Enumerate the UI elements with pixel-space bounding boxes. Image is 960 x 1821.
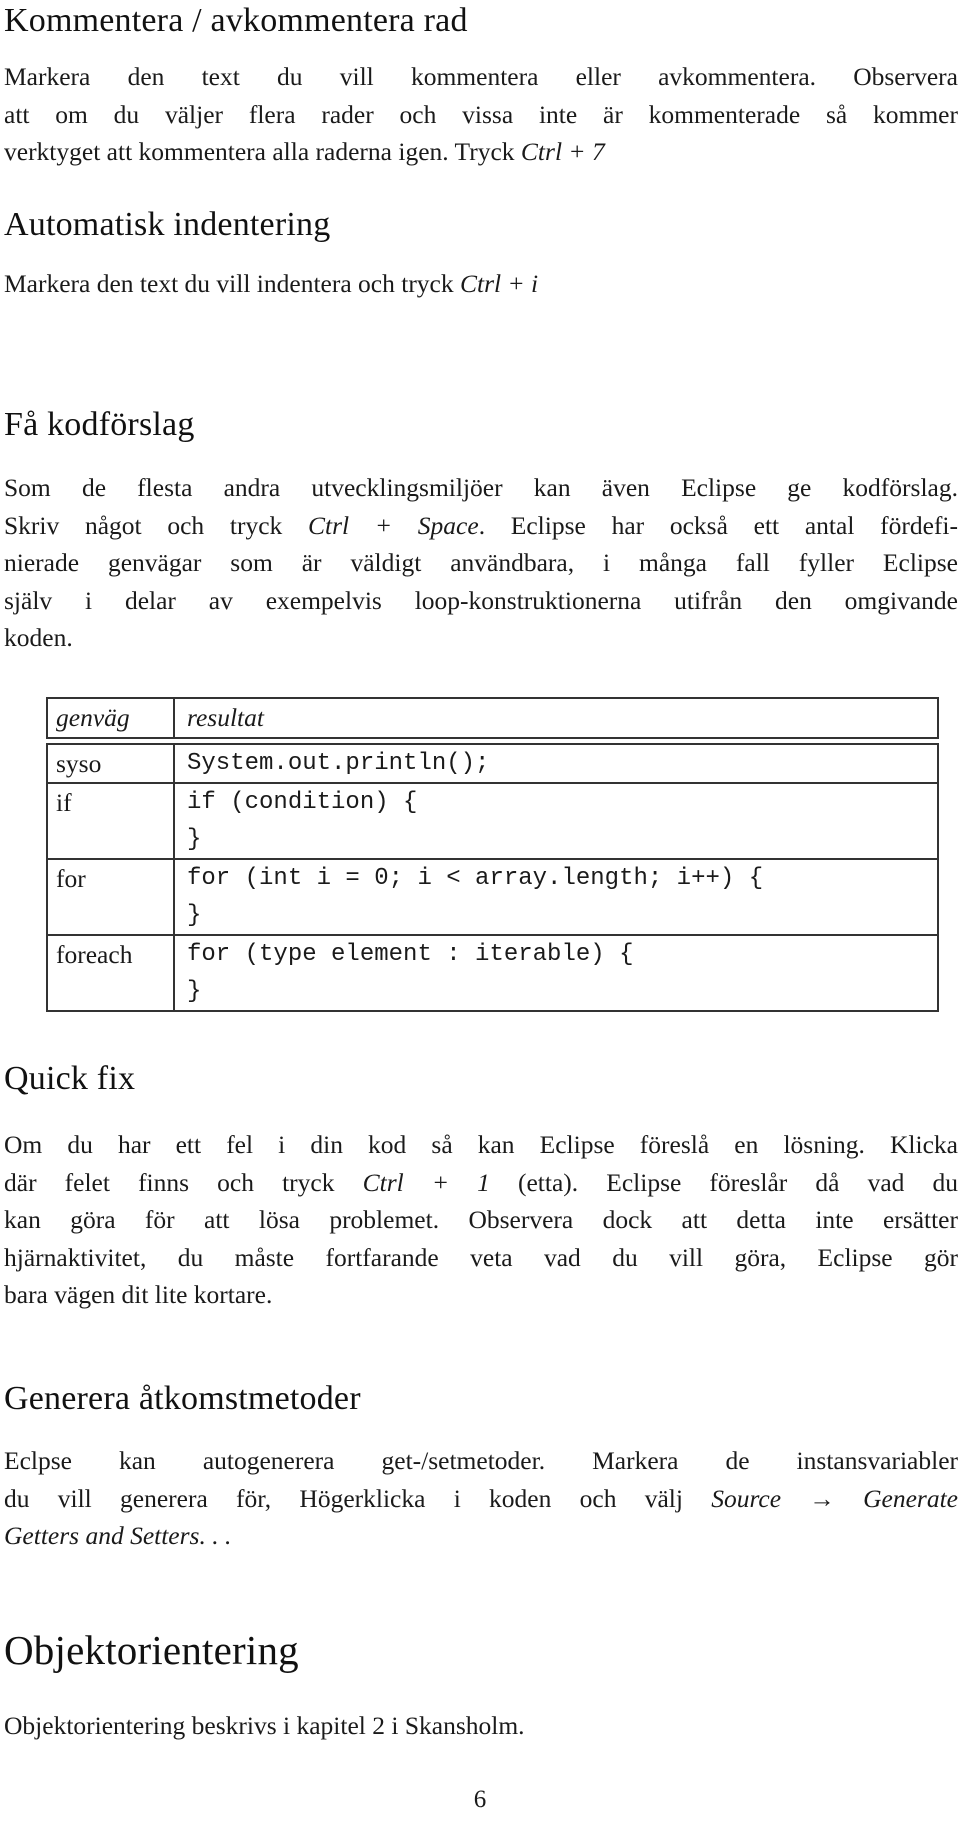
shortcut-ctrl-i: Ctrl + i	[460, 269, 539, 298]
table-cell-code: }	[187, 978, 202, 1005]
shortcut-ctrl-1: Ctrl + 1	[362, 1167, 490, 1197]
text-fragment: . Eclipse har också ett antal fördefi-	[478, 510, 959, 540]
table-cell-code: for (int i = 0; i < array.length; i++) {	[187, 865, 764, 892]
table-cell-shortcut: if	[48, 784, 175, 858]
arrow-right-icon: →	[809, 1483, 835, 1513]
section-body-accessors: Eclpse kan autogenerera get-/setmetoder.…	[4, 1442, 958, 1555]
text-fragment: där felet finns och tryck	[4, 1167, 363, 1197]
section-body-comment: Markera den text du vill kommentera elle…	[4, 58, 958, 171]
text-fragment: Markera den text du vill indentera och t…	[4, 269, 460, 298]
text-line: själv i delar av exempelvis loop-konstru…	[4, 585, 958, 615]
section-heading-comment: Kommentera / avkommentera rad	[4, 2, 468, 39]
table-cell-code: if (condition) {	[187, 789, 418, 816]
table-row: foreach for (type element : iterable) { …	[46, 936, 939, 1012]
text-line: kan göra för att lösa problemet. Observe…	[4, 1205, 958, 1234]
shortcut-table: genväg resultat syso System.out.println(…	[46, 697, 939, 1012]
text-line: Om du har ett fel i din kod så kan Eclip…	[4, 1130, 958, 1159]
table-cell-code: }	[187, 826, 202, 853]
table-cell-shortcut: for	[48, 860, 175, 934]
section-heading-accessors: Generera åtkomstmetoder	[4, 1380, 361, 1417]
text-line: hjärnaktivitet, du måste fortfarande vet…	[4, 1242, 958, 1272]
text-line: Markera den text du vill indentera och t…	[4, 265, 958, 303]
table-cell-shortcut: foreach	[48, 936, 175, 1010]
text-line: Skriv något och tryck Ctrl + Space. Ecli…	[4, 507, 958, 545]
text-line: nierade genvägar som är väldigt användba…	[4, 548, 958, 577]
text-fragment: Skriv något och tryck	[4, 510, 309, 540]
table-header-row: genväg resultat	[46, 697, 939, 739]
text-line: att om du väljer flera rader och vissa i…	[4, 99, 958, 129]
menu-path-generate: Generate	[863, 1483, 958, 1513]
menu-path-source: Source	[711, 1483, 782, 1513]
text-line: du vill generera för, Högerklicka i kode…	[4, 1480, 958, 1518]
section-heading-object-orientation: Objektorientering	[4, 1627, 299, 1673]
text-line: verktyget att kommentera alla raderna ig…	[4, 133, 958, 171]
text-line: Eclpse kan autogenerera get-/setmetoder.…	[4, 1446, 958, 1475]
text-line: Objektorientering beskrivs i kapitel 2 i…	[4, 1711, 525, 1740]
section-heading-code-suggestions: Få kodförslag	[4, 406, 195, 443]
shortcut-ctrl-space: Ctrl + Space	[308, 510, 479, 540]
table-cell-code: System.out.println();	[187, 750, 490, 777]
menu-path-getters-setters: Getters and Setters. . .	[4, 1521, 232, 1550]
section-body-code-suggestions: Som de flesta andra utvecklingsmiljöer k…	[4, 469, 958, 657]
section-body-object-orientation: Objektorientering beskrivs i kapitel 2 i…	[4, 1707, 958, 1745]
section-heading-indent: Automatisk indentering	[4, 206, 331, 243]
text-line: bara vägen dit lite kortare.	[4, 1280, 273, 1309]
table-row: if if (condition) { }	[46, 784, 939, 860]
page-number: 6	[473, 1786, 487, 1813]
table-cell-code: }	[187, 902, 202, 929]
table-row: syso System.out.println();	[46, 743, 939, 784]
table-cell-shortcut: syso	[48, 745, 175, 782]
section-body-indent: Markera den text du vill indentera och t…	[4, 265, 958, 303]
text-fragment: du vill generera för, Högerklicka i kode…	[4, 1483, 712, 1513]
shortcut-ctrl-7: Ctrl + 7	[520, 137, 605, 166]
table-cell-code: for (type element : iterable) {	[187, 941, 634, 968]
table-header-shortcut: genväg	[48, 699, 175, 737]
section-heading-quick-fix: Quick fix	[4, 1060, 136, 1097]
text-line: Som de flesta andra utvecklingsmiljöer k…	[4, 473, 958, 502]
text-line: Markera den text du vill kommentera elle…	[4, 62, 958, 91]
section-body-quick-fix: Om du har ett fel i din kod så kan Eclip…	[4, 1126, 958, 1314]
text-line: där felet finns och tryck Ctrl + 1 (etta…	[4, 1164, 958, 1202]
text-line: koden.	[4, 623, 73, 652]
text-fragment: verktyget att kommentera alla raderna ig…	[4, 137, 521, 166]
table-row: for for (int i = 0; i < array.length; i+…	[46, 860, 939, 936]
text-fragment: (etta). Eclipse föreslår då vad du	[489, 1167, 959, 1197]
table-header-result: resultat	[187, 703, 264, 732]
